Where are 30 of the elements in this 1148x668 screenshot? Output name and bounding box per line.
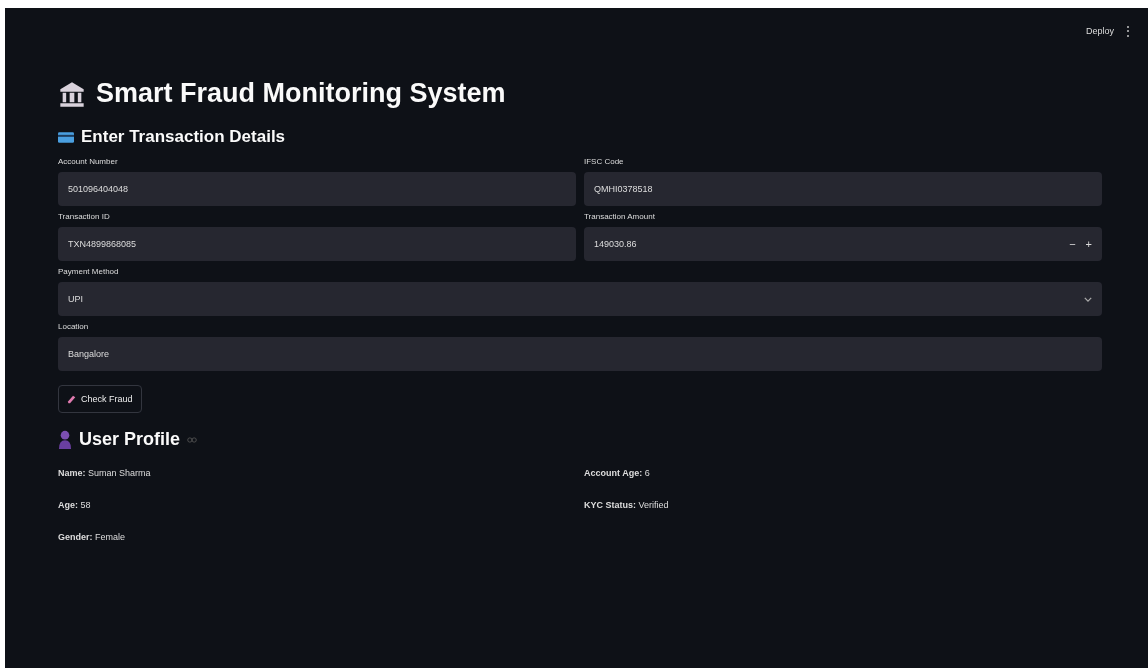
link-icon[interactable] (187, 436, 198, 443)
text-input[interactable]: TXN4899868085 (58, 227, 576, 261)
field-label: Payment Method (58, 267, 120, 276)
number-input[interactable]: 149030.86 − + (584, 227, 1102, 261)
profile-field: Account Age: 6 (584, 468, 1102, 478)
text-input[interactable]: Bangalore (58, 337, 1102, 371)
field-label: Transaction ID (58, 212, 111, 221)
profile-field: Gender: Female (58, 532, 576, 542)
profile-field: KYC Status: Verified (584, 500, 1102, 510)
text-input[interactable]: QMHI0378518 (584, 172, 1102, 206)
dropdown-select[interactable]: UPI (58, 282, 1102, 316)
text-input[interactable]: 501096404048 (58, 172, 576, 206)
check-fraud-button[interactable]: Check Fraud (58, 385, 142, 413)
section-heading: User Profile (79, 429, 181, 450)
section-heading: Enter Transaction Details (81, 127, 286, 147)
profile-field: Age: 58 (58, 500, 576, 510)
decrement-button[interactable]: − (1069, 238, 1076, 250)
field-label: Transaction Amount (584, 212, 656, 221)
field-label: IFSC Code (584, 157, 625, 166)
chevron-down-icon (1084, 296, 1092, 302)
field-label: Location (58, 322, 90, 331)
user-silhouette-icon (58, 430, 72, 449)
credit-card-icon (58, 131, 74, 143)
field-label: Account Number (58, 157, 119, 166)
pen-icon (67, 394, 76, 404)
profile-field: Name: Suman Sharma (58, 468, 576, 478)
menu-button[interactable]: ⋮ (1122, 24, 1134, 38)
deploy-button[interactable]: Deploy (1086, 26, 1114, 36)
page-title: Smart Fraud Monitoring System (96, 78, 506, 109)
increment-button[interactable]: + (1085, 238, 1092, 250)
